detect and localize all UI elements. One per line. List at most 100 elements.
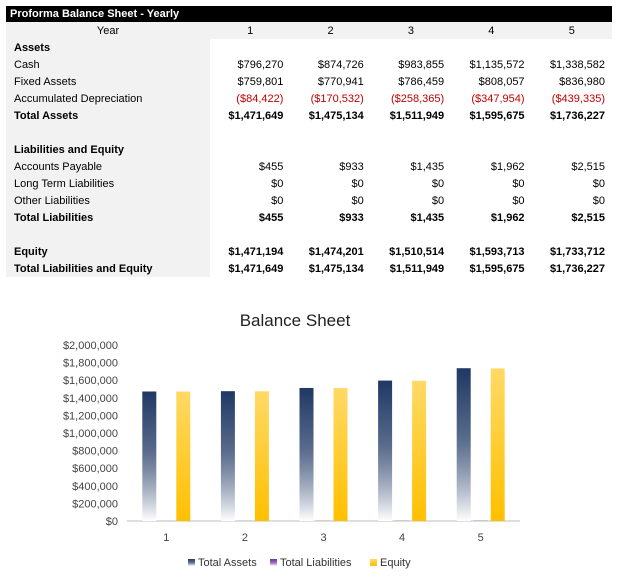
y-tick-label: $200,000 [72, 498, 118, 510]
value-cell: ($84,422) [236, 92, 284, 105]
value-cell [371, 124, 451, 141]
legend-swatch [370, 559, 377, 566]
bar-total-assets [378, 380, 393, 521]
x-tick-label: 2 [242, 532, 248, 544]
value-cell: $0 [271, 194, 284, 207]
value-cell: $1,595,675 [469, 262, 525, 275]
value-cell: $796,270 [237, 58, 284, 71]
y-tick-label: $1,400,000 [63, 393, 118, 405]
value-cell: $786,459 [398, 75, 445, 88]
value-cell: $0 [351, 194, 364, 207]
row-label: Total Liabilities and Equity [6, 260, 210, 277]
value-cell: $1,471,649 [228, 109, 284, 122]
value-cell: $1,962 [490, 160, 525, 173]
value-cell: $0 [431, 177, 445, 190]
value-cell: $0 [592, 177, 605, 190]
value-cell: $1,471,649 [228, 262, 284, 275]
value-cell: $1,135,572 [469, 58, 525, 71]
y-tick-label: $1,200,000 [63, 410, 118, 422]
table-header-row: Year 1 2 3 4 5 [6, 22, 612, 39]
value-cell: ($258,365) [390, 92, 445, 105]
table-row: Accumulated Depreciation ($84,422) ($170,5… [6, 90, 612, 107]
y-tick-label: $600,000 [72, 463, 118, 475]
table-row: Long Term Liabilities $0 $0 $0 $0 $0 [6, 175, 612, 192]
value-cell [532, 141, 612, 158]
value-cell: $1,733,712 [549, 245, 605, 258]
value-cell: $1,435 [410, 211, 445, 224]
year-header-cell: 2 [290, 22, 371, 39]
value-cell: $455 [258, 211, 284, 224]
value-cell [371, 39, 451, 56]
balance-sheet-chart: Balance Sheet $0 $200,000 $400,000 $600,000… [63, 311, 520, 569]
row-label: Assets [6, 39, 210, 56]
value-cell: ($439,335) [551, 92, 605, 105]
value-cell: $1,595,675 [469, 109, 525, 122]
value-cell [532, 39, 612, 56]
table-row: Cash $796,270 $874,726 $983,855 $1,135,572 $1… [6, 56, 612, 73]
legend-label: Total Assets [198, 557, 257, 569]
chart-title: Balance Sheet [240, 311, 351, 330]
value-cell [210, 39, 290, 56]
value-cell: $1,736,227 [549, 109, 605, 122]
value-cell: $933 [339, 211, 364, 224]
bar-total-assets [142, 391, 157, 521]
row-label: Other Liabilities [6, 192, 210, 209]
x-tick-label: 4 [399, 532, 405, 544]
value-cell [451, 39, 531, 56]
x-tick-label: 3 [320, 532, 326, 544]
value-cell [290, 141, 370, 158]
y-tick-label: $1,000,000 [63, 428, 118, 440]
legend-swatch [188, 559, 195, 566]
row-label [6, 124, 210, 141]
value-cell: $0 [512, 194, 525, 207]
value-cell: $2,515 [571, 211, 605, 224]
table-row: Accounts Payable $455 $933 $1,435 $1,962 $2,5… [6, 158, 612, 175]
table-row: Total Assets $1,471,649 $1,475,134 $1,511,9… [6, 107, 612, 124]
value-cell: $874,726 [317, 58, 364, 71]
value-cell: $1,474,201 [308, 245, 364, 258]
year-header-cell: 3 [370, 22, 452, 39]
table-row [6, 226, 612, 243]
table-row: Liabilities and Equity [6, 141, 612, 158]
value-cell: $983,855 [398, 58, 445, 71]
year-header-cell: 4 [451, 22, 532, 39]
value-cell: $808,057 [478, 75, 525, 88]
row-label: Accumulated Depreciation [6, 90, 210, 107]
value-cell [371, 141, 451, 158]
value-cell: $1,511,949 [389, 262, 445, 275]
value-cell: ($347,954) [471, 92, 525, 105]
value-cell [532, 124, 612, 141]
table-row: Total Liabilities $455 $933 $1,435 $1,962 $2,… [6, 209, 612, 226]
row-label: Equity [6, 243, 210, 260]
row-label: Liabilities and Equity [6, 141, 210, 158]
bar-total-assets [456, 368, 471, 521]
value-cell [451, 124, 531, 141]
bar-equity [176, 391, 191, 521]
row-label: Total Liabilities [6, 209, 210, 226]
value-cell [371, 226, 451, 243]
value-cell: $1,510,514 [389, 245, 445, 258]
balance-sheet-table-panel: Proforma Balance Sheet - Yearly Year 1 2 3 4… [6, 6, 612, 277]
y-tick-label: $1,600,000 [63, 375, 118, 387]
row-label: Accounts Payable [6, 158, 210, 175]
bar-equity [254, 391, 269, 521]
bar-total-assets [299, 387, 314, 521]
value-cell: $1,475,134 [308, 109, 364, 122]
table-row: Total Liabilities and Equity $1,471,649 $1… [6, 260, 612, 277]
bar-total-assets [220, 391, 235, 521]
value-cell [210, 124, 290, 141]
value-cell [290, 124, 370, 141]
bar-equity [333, 388, 348, 521]
table-row: Other Liabilities $0 $0 $0 $0 $0 [6, 192, 612, 209]
table-row: Assets [6, 39, 612, 56]
value-cell: $1,962 [490, 211, 525, 224]
value-cell: $1,475,134 [308, 262, 364, 275]
value-cell [290, 226, 370, 243]
year-header-cell: 5 [531, 22, 612, 39]
bar-equity [412, 380, 427, 521]
value-cell: $0 [592, 194, 605, 207]
value-cell: $0 [271, 177, 284, 190]
table-row: Fixed Assets $759,801 $770,941 $786,459 $808… [6, 73, 612, 90]
value-cell: $1,511,949 [389, 109, 445, 122]
value-cell: $1,593,713 [469, 245, 525, 258]
